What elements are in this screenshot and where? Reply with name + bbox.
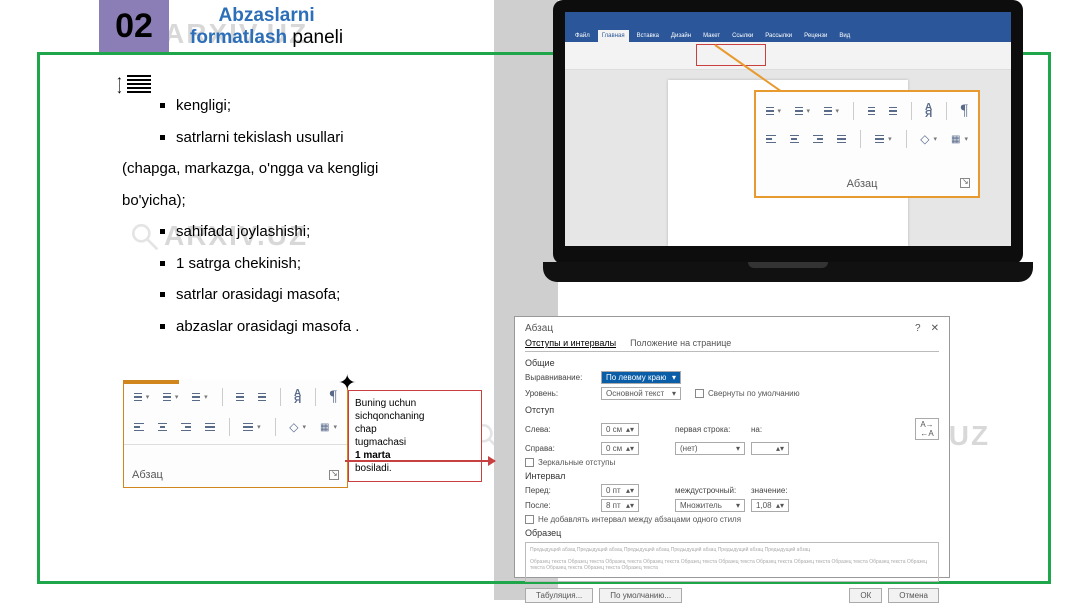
first-line-value-spin[interactable]: ▴▾ xyxy=(751,442,789,455)
list-item: abzaslar orasidagi masofa . xyxy=(160,311,482,343)
word-titlebar: Файл Главная Вставка Дизайн Макет Ссылки Рассы… xyxy=(565,12,1011,42)
increase-indent-icon xyxy=(889,104,897,118)
first-line-label: первая строка: xyxy=(675,425,745,434)
section-preview-label: Образец xyxy=(525,528,939,538)
word-ribbon-tab: Рассылки xyxy=(761,30,796,42)
sort-icon: АЯ xyxy=(294,390,301,404)
line-spacing-dropdown-icon xyxy=(243,420,253,434)
left-indent-label: Слева: xyxy=(525,425,595,434)
list-item: bo'yicha); xyxy=(122,185,482,217)
pilcrow-icon: ¶ xyxy=(330,388,337,406)
arrow-to-dialog xyxy=(345,460,495,462)
default-button[interactable]: По умолчанию... xyxy=(599,588,682,603)
alignment-label: Выравнивание: xyxy=(525,373,595,382)
align-right-icon xyxy=(181,420,191,434)
tabs-button[interactable]: Табуляция... xyxy=(525,588,593,603)
borders-icon: ▦ xyxy=(320,422,329,433)
level-label: Уровень: xyxy=(525,389,595,398)
align-center-icon xyxy=(790,132,800,146)
sort-icon: АЯ xyxy=(925,104,932,118)
align-left-icon xyxy=(766,132,776,146)
multilevel-list-icon xyxy=(192,390,200,404)
spacing-value-spin[interactable]: 1,08▴▾ xyxy=(751,499,789,512)
dialog-tab-indents[interactable]: Отступы и интервалы xyxy=(525,338,616,348)
first-on-label: на: xyxy=(751,425,771,434)
numbering-icon xyxy=(795,104,803,118)
before-spin[interactable]: 0 пт▴▾ xyxy=(601,484,639,497)
dialog-title: Абзац xyxy=(525,323,553,334)
collapsed-checkbox[interactable] xyxy=(695,389,704,398)
increase-indent-icon xyxy=(258,390,266,404)
paragraph-panel-thumbnail: ▾ ▾ ▾ АЯ ¶ ▾ ◇▾ ▦▾ Абзац xyxy=(123,380,348,488)
shading-icon: ◇ xyxy=(920,132,929,146)
panel-group-label: Абзац xyxy=(847,178,878,190)
word-ribbon-tab: Файл xyxy=(571,30,594,42)
list-item: satrlar orasidagi masofa; xyxy=(160,279,482,311)
dialog-preview: Предыдущий абзац Предыдущий абзац Предыд… xyxy=(525,542,939,582)
cancel-button[interactable]: Отмена xyxy=(888,588,939,603)
dialog-launcher-icon[interactable] xyxy=(329,470,339,480)
shading-icon: ◇ xyxy=(289,420,298,434)
after-label: После: xyxy=(525,501,595,510)
align-center-icon xyxy=(158,420,168,434)
spacing-value-label: значение: xyxy=(751,486,795,495)
numbering-icon xyxy=(163,390,171,404)
section-indent-label: Отступ xyxy=(525,405,939,415)
section-general-label: Общие xyxy=(525,358,939,368)
decrease-indent-icon xyxy=(236,390,244,404)
left-indent-spin[interactable]: 0 см▴▾ xyxy=(601,423,639,436)
level-select[interactable]: Основной текст▾ xyxy=(601,387,681,400)
alignment-select[interactable]: По левому краю▾ xyxy=(601,371,681,384)
word-ribbon-tab: Макет xyxy=(699,30,724,42)
justify-icon xyxy=(205,420,215,434)
help-icon[interactable]: ? xyxy=(915,323,921,334)
line-spacing-select[interactable]: Множитель▾ xyxy=(675,499,745,512)
mirror-indent-checkbox[interactable] xyxy=(525,458,534,467)
bullets-icon xyxy=(134,390,142,404)
multilevel-list-icon xyxy=(824,104,832,118)
list-item: kengligi; xyxy=(160,90,482,122)
no-add-space-checkbox[interactable] xyxy=(525,515,534,524)
bullet-list: kengligi;satrlarni tekislash usullari(ch… xyxy=(122,90,482,342)
dialog-launcher-icon[interactable] xyxy=(960,178,970,188)
close-icon[interactable]: ✕ xyxy=(931,323,939,334)
right-indent-label: Справа: xyxy=(525,444,595,453)
word-ribbon-tab: Вставка xyxy=(633,30,663,42)
pilcrow-icon: ¶ xyxy=(961,102,968,120)
align-right-icon xyxy=(813,132,823,146)
paragraph-panel-zoom: ▾ ▾ ▾ АЯ ¶ ▾ ◇▾ ▦▾ Абзац xyxy=(754,90,980,198)
list-item: sahifada joylashishi; xyxy=(160,216,482,248)
instruction-note: Buning uchun sichqonchaning chap tugmach… xyxy=(348,390,482,482)
bullets-icon xyxy=(766,104,774,118)
align-left-icon xyxy=(134,420,144,434)
mirror-indent-icon: A→←A xyxy=(915,418,939,440)
before-label: Перед: xyxy=(525,486,595,495)
paragraph-dialog: Абзац ? ✕ Отступы и интервалы Положение … xyxy=(514,316,950,578)
page-title: Abzaslarni formatlash paneli xyxy=(190,5,343,49)
dialog-tab-position[interactable]: Положение на странице xyxy=(630,338,731,348)
list-item: satrlarni tekislash usullari xyxy=(160,122,482,154)
right-indent-spin[interactable]: 0 см▴▾ xyxy=(601,442,639,455)
line-spacing-label: междустрочный: xyxy=(675,486,745,495)
word-ribbon-tab: Рецензи xyxy=(800,30,831,42)
word-ribbon-tab: Дизайн xyxy=(667,30,695,42)
click-sparkle-icon: ✦ xyxy=(338,372,356,394)
panel-group-label: Абзац xyxy=(132,469,163,481)
word-ribbon-tools xyxy=(565,42,1011,70)
word-ribbon-tab: Вид xyxy=(835,30,854,42)
page-number-badge: 02 xyxy=(99,0,169,52)
section-spacing-label: Интервал xyxy=(525,471,939,481)
word-ribbon-tab: Главная xyxy=(598,30,629,42)
borders-icon: ▦ xyxy=(951,134,960,145)
list-item: (chapga, markazga, o'ngga va kengligi xyxy=(122,153,482,185)
line-spacing-dropdown-icon xyxy=(875,132,885,146)
decrease-indent-icon xyxy=(868,104,876,118)
after-spin[interactable]: 8 пт▴▾ xyxy=(601,499,639,512)
justify-icon xyxy=(837,132,847,146)
word-ribbon-tab: Ссылки xyxy=(728,30,757,42)
list-item: 1 satrga chekinish; xyxy=(160,248,482,280)
ok-button[interactable]: ОК xyxy=(849,588,882,603)
first-line-select[interactable]: (нет)▾ xyxy=(675,442,745,455)
